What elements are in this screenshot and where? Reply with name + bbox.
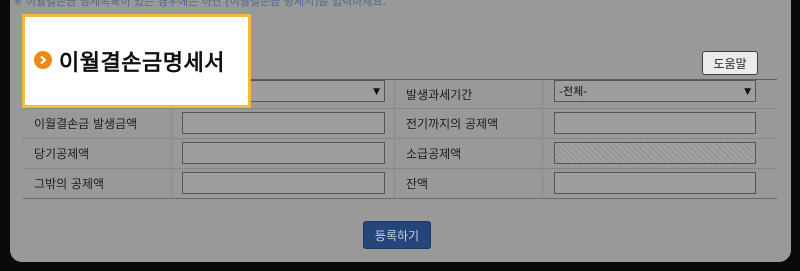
other-deduction-input[interactable] bbox=[182, 172, 385, 194]
column-divider bbox=[542, 109, 543, 137]
help-button[interactable]: 도움말 bbox=[702, 51, 758, 75]
column-divider bbox=[171, 139, 172, 167]
other-deduction-label: 그밖의 공제액 bbox=[34, 176, 105, 191]
column-divider bbox=[542, 80, 543, 108]
column-divider bbox=[394, 169, 395, 197]
form-row-deductions: 당기공제액 소급공제액 bbox=[23, 139, 777, 167]
deficit-amount-input[interactable] bbox=[182, 112, 385, 134]
column-divider bbox=[171, 109, 172, 137]
register-button[interactable]: 등록하기 bbox=[363, 221, 431, 249]
prior-deduction-label: 전기까지의 공제액 bbox=[406, 116, 499, 131]
balance-input[interactable] bbox=[554, 172, 756, 194]
current-deduction-label: 당기공제액 bbox=[34, 146, 90, 161]
column-divider bbox=[542, 169, 543, 197]
chevron-down-icon: ▼ bbox=[744, 87, 751, 97]
period-label: 발생과세기간 bbox=[406, 87, 473, 102]
chevron-down-icon: ▼ bbox=[373, 87, 380, 97]
period-select-value: -전체- bbox=[559, 85, 588, 98]
form-row-balance: 그밖의 공제액 잔액 bbox=[23, 169, 777, 197]
notice-text: ※ 이월결손금 명세목록이 있는 경우에는 하단 [이월결손금 명세서]를 입력… bbox=[13, 0, 387, 8]
title-callout: 이월결손금명세서 bbox=[22, 14, 251, 108]
chevron-right-icon bbox=[34, 51, 52, 69]
page-title: 이월결손금명세서 bbox=[59, 51, 225, 76]
form-row-amounts: 이월결손금 발생금액 전기까지의 공제액 bbox=[23, 109, 777, 137]
period-select[interactable]: -전체- ▼ bbox=[554, 80, 756, 102]
carryback-deduction-label: 소급공제액 bbox=[406, 146, 462, 161]
column-divider bbox=[394, 80, 395, 108]
prior-deduction-input[interactable] bbox=[554, 112, 756, 134]
column-divider bbox=[171, 169, 172, 197]
column-divider bbox=[394, 109, 395, 137]
carryback-deduction-input bbox=[554, 142, 756, 164]
current-deduction-input[interactable] bbox=[182, 142, 385, 164]
column-divider bbox=[542, 139, 543, 167]
column-divider bbox=[394, 139, 395, 167]
form-bottom-border bbox=[23, 198, 777, 199]
balance-label: 잔액 bbox=[406, 176, 429, 191]
deficit-amount-label: 이월결손금 발생금액 bbox=[34, 116, 138, 131]
